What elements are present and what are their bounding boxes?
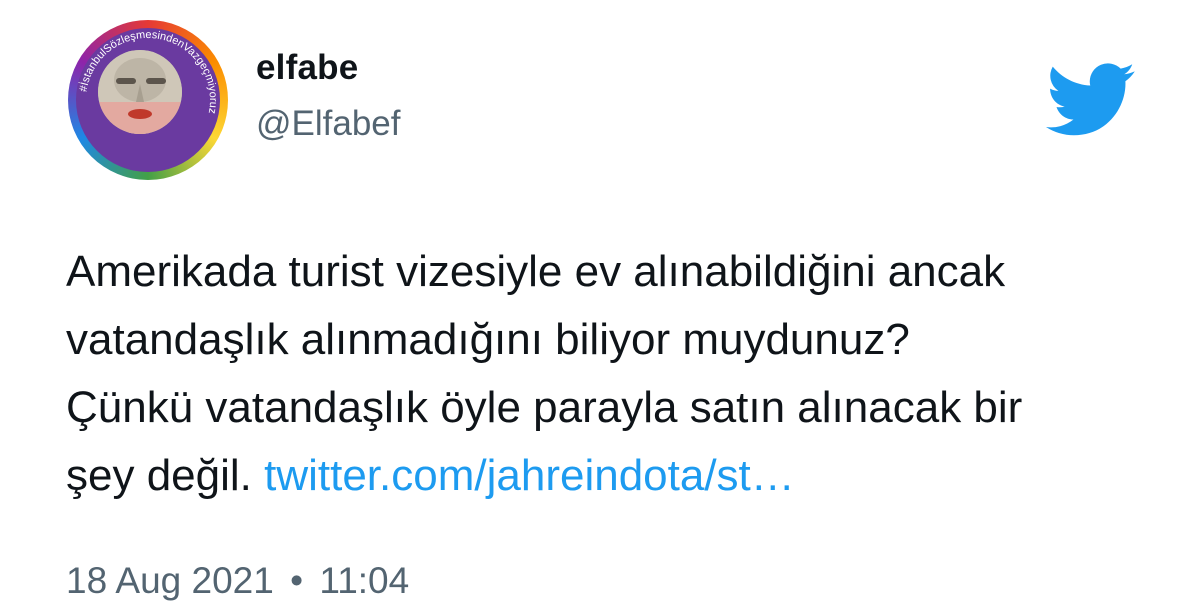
tweet-card: #İstanbulSözleşmesindenVazgeçmiyoruz elf… xyxy=(0,0,1200,612)
author-name[interactable]: elfabe xyxy=(256,48,358,88)
timestamp-separator: • xyxy=(290,560,304,601)
twitter-bird-icon[interactable] xyxy=(1046,62,1136,138)
tweet-time: 11:04 xyxy=(319,560,410,601)
tweet-text-line: Amerikada turist vizesiyle ev alınabildi… xyxy=(66,247,1006,296)
tweet-text-fragment: şey değil. xyxy=(66,451,265,500)
avatar[interactable]: #İstanbulSözleşmesindenVazgeçmiyoruz xyxy=(68,20,228,180)
tweet-text: Amerikada turist vizesiyle ev alınabildi… xyxy=(66,238,1166,510)
author-handle[interactable]: @Elfabef xyxy=(256,104,401,144)
avatar-photo xyxy=(98,50,182,134)
tweet-timestamp[interactable]: 18 Aug 2021 • 11:04 xyxy=(66,560,409,602)
tweet-date: 18 Aug 2021 xyxy=(66,560,274,601)
tweet-text-line: vatandaşlık alınmadığını biliyor muydunu… xyxy=(66,315,910,364)
tweet-text-line-last: şey değil. twitter.com/jahreindota/st… xyxy=(66,442,1166,510)
tweet-link[interactable]: twitter.com/jahreindota/st… xyxy=(264,451,795,500)
tweet-text-line: Çünkü vatandaşlık öyle parayla satın alı… xyxy=(66,383,1023,432)
